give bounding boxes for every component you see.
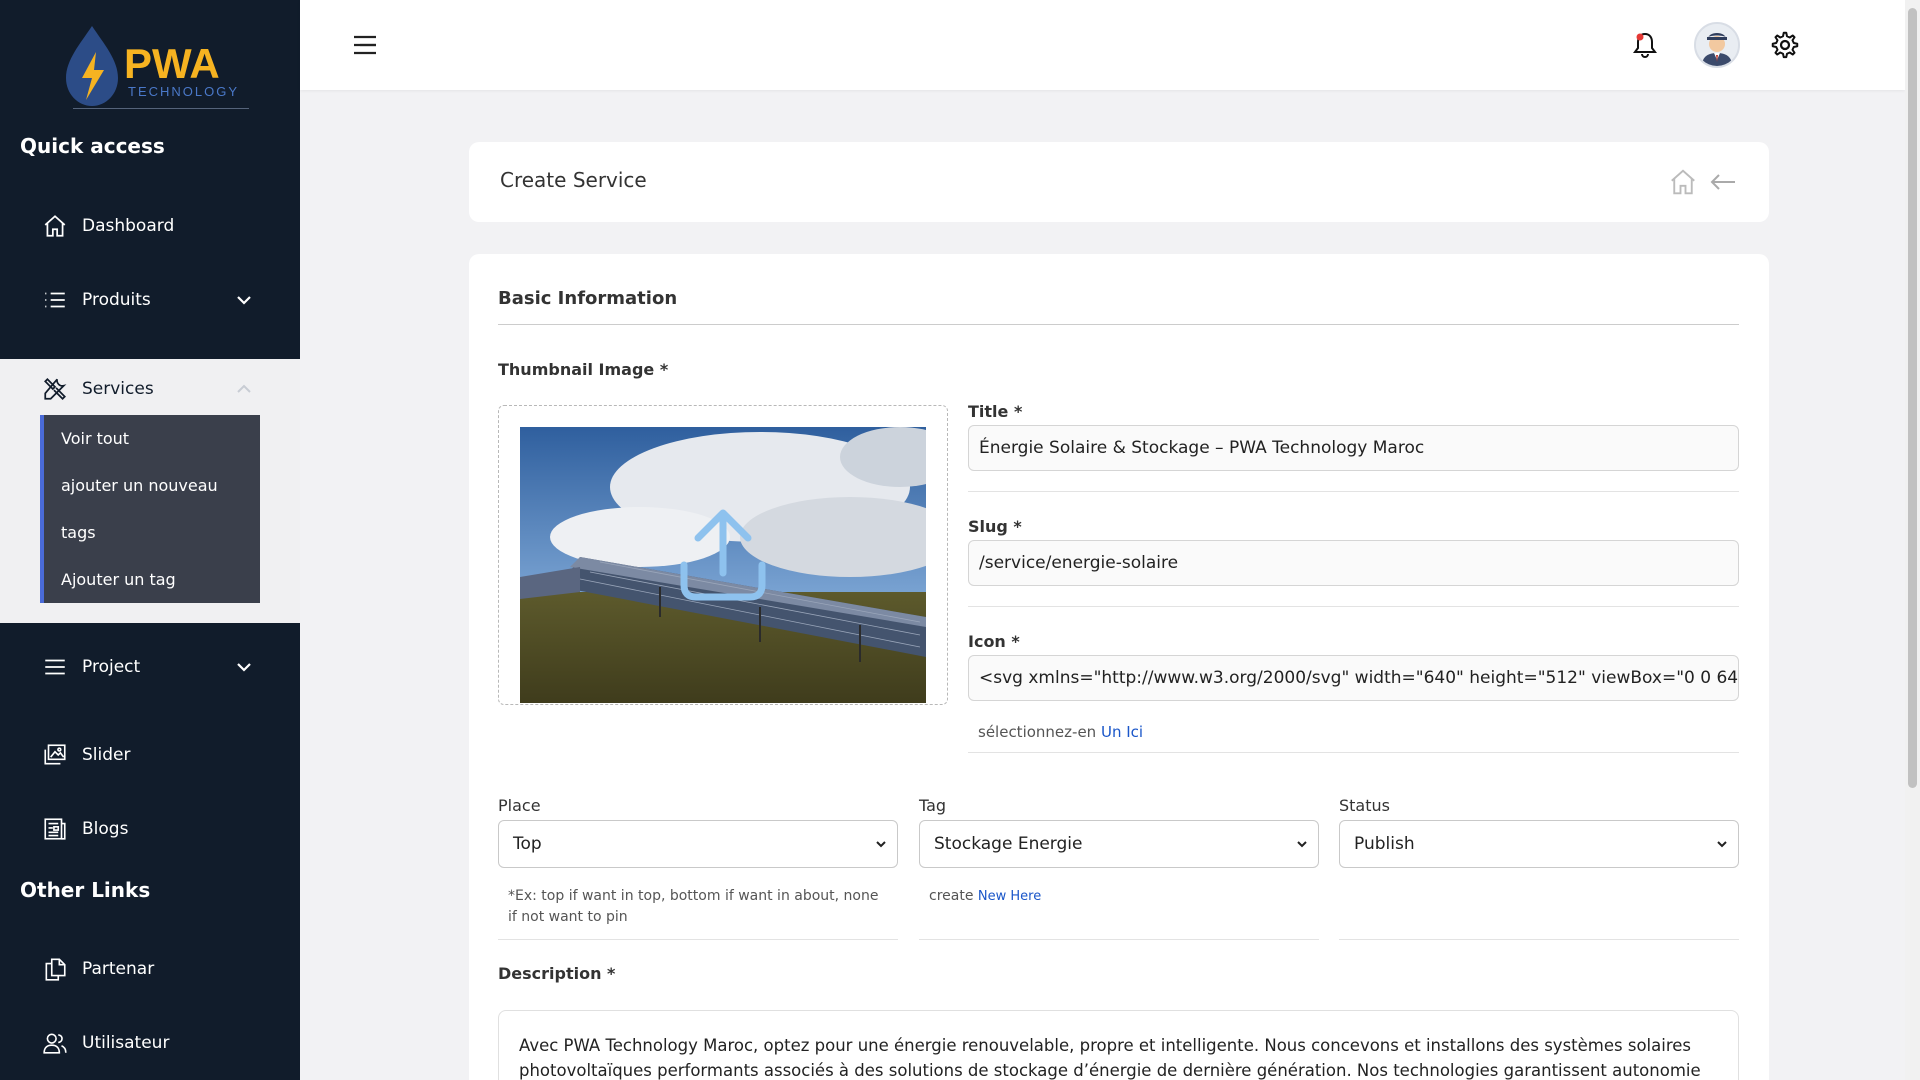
status-label: Status	[1339, 796, 1390, 815]
create-tag-link[interactable]: New Here	[978, 889, 1041, 904]
chevron-down-icon	[876, 841, 886, 848]
sidebar-item-project[interactable]: Project	[0, 637, 300, 697]
tools-icon	[42, 376, 68, 402]
field-divider	[498, 939, 898, 940]
chevron-up-icon	[237, 384, 251, 393]
chevron-down-icon	[1297, 841, 1307, 848]
field-divider	[968, 606, 1739, 607]
users-icon	[42, 1030, 68, 1056]
settings-gear-icon[interactable]	[1770, 30, 1800, 60]
images-icon	[42, 742, 68, 768]
icon-input[interactable]: <svg xmlns="http://www.w3.org/2000/svg" …	[968, 655, 1739, 701]
sidebar-item-label: Blogs	[82, 819, 129, 839]
field-divider	[968, 491, 1739, 492]
section-title: Basic Information	[498, 288, 678, 309]
section-divider	[498, 324, 1739, 325]
upload-icon[interactable]	[678, 505, 768, 605]
field-divider	[1339, 939, 1739, 940]
place-hint: *Ex: top if want in top, bottom if want …	[508, 888, 879, 925]
home-icon	[42, 213, 68, 239]
brand-logo[interactable]: PWA TECHNOLOGY	[62, 22, 252, 110]
icon-label: Icon *	[968, 632, 1020, 651]
description-label: Description *	[498, 964, 616, 983]
services-submenu: Voir tout ajouter un nouveau tags Ajoute…	[40, 415, 260, 603]
copy-icon	[42, 956, 68, 982]
tag-selected-value: Stockage Energie	[934, 834, 1083, 854]
place-select[interactable]: Top	[498, 820, 898, 868]
list-icon	[42, 287, 68, 313]
field-divider	[968, 752, 1739, 753]
notification-bell-icon[interactable]	[1630, 30, 1660, 60]
brand-sub: TECHNOLOGY	[128, 84, 239, 99]
other-links-title: Other Links	[20, 878, 151, 902]
description-editor[interactable]: Avec PWA Technology Maroc, optez pour un…	[498, 1010, 1739, 1080]
submenu-item-ajouter[interactable]: ajouter un nouveau	[44, 462, 260, 509]
sidebar-item-label: Partenar	[82, 959, 155, 979]
status-select[interactable]: Publish	[1339, 820, 1739, 868]
page-header-card: Create Service	[469, 142, 1769, 222]
submenu-item-ajouter-tag[interactable]: Ajouter un tag	[44, 556, 260, 603]
quick-access-title: Quick access	[20, 134, 165, 158]
chevron-down-icon	[1717, 841, 1727, 848]
logo-divider	[73, 108, 249, 109]
sidebar-item-label: Slider	[82, 745, 131, 765]
status-selected-value: Publish	[1354, 834, 1415, 854]
sidebar: PWA TECHNOLOGY Quick access Dashboard Pr…	[0, 0, 300, 1080]
sidebar-item-produits[interactable]: Produits	[0, 270, 300, 330]
thumbnail-label: Thumbnail Image *	[498, 360, 669, 379]
place-label: Place	[498, 796, 541, 815]
back-arrow-icon[interactable]	[1709, 169, 1737, 195]
chevron-down-icon	[237, 663, 251, 672]
tag-label: Tag	[919, 796, 947, 815]
home-icon[interactable]	[1668, 167, 1698, 197]
slug-input[interactable]: /service/energie-solaire	[968, 540, 1739, 586]
place-selected-value: Top	[513, 834, 542, 854]
basic-information-form: Basic Information Thumbnail Image * Titl…	[469, 254, 1769, 1080]
thumbnail-upload-area[interactable]	[498, 405, 948, 705]
avatar[interactable]	[1694, 22, 1740, 68]
tag-select[interactable]: Stockage Energie	[919, 820, 1319, 868]
sidebar-item-label: Dashboard	[82, 216, 175, 236]
sidebar-item-partenar[interactable]: Partenar	[0, 939, 300, 999]
chevron-down-icon	[237, 296, 251, 305]
sidebar-item-services[interactable]: Services	[0, 359, 300, 419]
submenu-item-tags[interactable]: tags	[44, 509, 260, 556]
icon-hint-text: sélectionnez-en	[978, 723, 1097, 741]
sidebar-item-blogs[interactable]: Blogs	[0, 799, 300, 859]
menu-icon	[42, 654, 68, 680]
tag-hint-text: create	[929, 888, 974, 904]
sidebar-item-utilisateur[interactable]: Utilisateur	[0, 1013, 300, 1073]
newspaper-icon	[42, 816, 68, 842]
sidebar-item-label: Produits	[82, 290, 151, 310]
icon-hint: sélectionnez-en Un Ici	[978, 723, 1143, 741]
page-title: Create Service	[500, 168, 647, 192]
brand-name: PWA	[124, 40, 220, 87]
field-divider	[919, 939, 1319, 940]
topbar	[300, 0, 1905, 90]
sidebar-item-slider[interactable]: Slider	[0, 725, 300, 785]
hamburger-menu-icon[interactable]	[352, 34, 378, 56]
title-input[interactable]: Énergie Solaire & Stockage – PWA Technol…	[968, 425, 1739, 471]
slug-label: Slug *	[968, 517, 1022, 536]
sidebar-item-label: Project	[82, 657, 141, 677]
submenu-item-voir-tout[interactable]: Voir tout	[44, 415, 260, 462]
thumbnail-preview-image	[520, 427, 926, 703]
sidebar-item-label: Services	[82, 379, 154, 399]
description-text: Avec PWA Technology Maroc, optez pour un…	[519, 1036, 1701, 1080]
sidebar-item-label: Utilisateur	[82, 1033, 170, 1053]
icon-select-link[interactable]: Un Ici	[1101, 723, 1143, 741]
tag-hint: create New Here	[929, 888, 1041, 904]
title-label: Title *	[968, 402, 1023, 421]
scrollbar-thumb[interactable]	[1908, 8, 1917, 788]
sidebar-item-dashboard[interactable]: Dashboard	[0, 196, 300, 256]
services-menu: Services Voir tout ajouter un nouveau ta…	[0, 359, 300, 623]
